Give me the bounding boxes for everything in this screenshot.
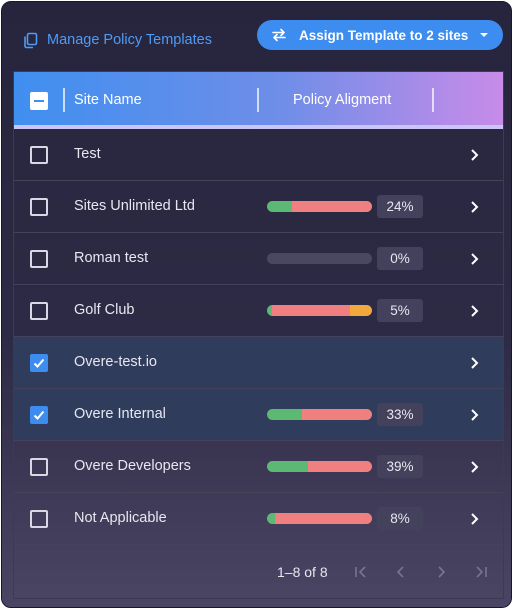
table-row[interactable]: Overe Internal 33% bbox=[14, 389, 503, 441]
alignment-bar-segment bbox=[267, 513, 276, 524]
checkmark-icon bbox=[33, 358, 45, 368]
checkmark-icon bbox=[33, 410, 45, 420]
chevron-right-icon[interactable] bbox=[466, 303, 482, 319]
site-name: Golf Club bbox=[74, 302, 135, 318]
alignment-bar-segment bbox=[272, 305, 350, 316]
template-copy-icon bbox=[22, 32, 39, 49]
alignment-bar-segment bbox=[292, 201, 372, 212]
policy-alignment-percent: 24% bbox=[377, 195, 423, 218]
row-checkbox[interactable] bbox=[30, 406, 48, 424]
policy-alignment-bar bbox=[267, 253, 372, 264]
policy-alignment-bar bbox=[267, 513, 372, 524]
site-name: Overe-test.io bbox=[74, 354, 157, 370]
chevron-right-icon[interactable] bbox=[466, 511, 482, 527]
row-checkbox[interactable] bbox=[30, 146, 48, 164]
table-row[interactable]: Golf Club 5% bbox=[14, 285, 503, 337]
site-name: Sites Unlimited Ltd bbox=[74, 198, 195, 214]
policy-alignment-bar bbox=[267, 305, 372, 316]
table-row[interactable]: Not Applicable 8% bbox=[14, 493, 503, 545]
policy-alignment-percent: 8% bbox=[377, 507, 423, 530]
site-name: Overe Developers bbox=[74, 458, 191, 474]
row-checkbox[interactable] bbox=[30, 510, 48, 528]
alignment-bar-segment bbox=[267, 409, 302, 420]
indeterminate-mark bbox=[34, 99, 44, 103]
caret-down-icon[interactable] bbox=[479, 32, 489, 38]
chevron-right-icon[interactable] bbox=[466, 199, 482, 215]
pagination-range: 1–8 of 8 bbox=[277, 564, 328, 580]
site-name: Not Applicable bbox=[74, 510, 167, 526]
site-name: Roman test bbox=[74, 250, 149, 266]
alignment-bar-segment bbox=[275, 513, 372, 524]
table-row[interactable]: Sites Unlimited Ltd 24% bbox=[14, 181, 503, 233]
chevron-right-icon[interactable] bbox=[466, 251, 482, 267]
row-checkbox[interactable] bbox=[30, 250, 48, 268]
policy-alignment-bar bbox=[267, 409, 372, 420]
row-checkbox[interactable] bbox=[30, 302, 48, 320]
table-header: Site Name Policy Aligment bbox=[14, 72, 503, 129]
alignment-bar-segment bbox=[301, 409, 372, 420]
column-divider bbox=[432, 88, 434, 112]
policy-templates-panel: Manage Policy Templates Assign Template … bbox=[1, 1, 512, 608]
chevron-left-icon[interactable] bbox=[392, 563, 410, 581]
row-checkbox[interactable] bbox=[30, 458, 48, 476]
row-checkbox[interactable] bbox=[30, 354, 48, 372]
manage-link-label: Manage Policy Templates bbox=[47, 32, 212, 48]
chevron-right-icon[interactable] bbox=[466, 355, 482, 371]
column-header-policy-alignment[interactable]: Policy Aligment bbox=[293, 92, 391, 108]
column-header-site-name[interactable]: Site Name bbox=[74, 92, 142, 108]
table-row[interactable]: Roman test 0% bbox=[14, 233, 503, 285]
chevron-right-icon[interactable] bbox=[432, 563, 450, 581]
column-divider bbox=[257, 88, 259, 112]
policy-alignment-percent: 5% bbox=[377, 299, 423, 322]
policy-alignment-bar bbox=[267, 201, 372, 212]
manage-policy-templates-link[interactable]: Manage Policy Templates bbox=[22, 29, 212, 51]
row-checkbox[interactable] bbox=[30, 198, 48, 216]
alignment-bar-segment bbox=[349, 305, 372, 316]
sites-table: Site Name Policy Aligment Test Sites Unli… bbox=[13, 71, 504, 599]
assign-template-button[interactable]: Assign Template to 2 sites bbox=[257, 20, 503, 50]
policy-alignment-percent: 33% bbox=[377, 403, 423, 426]
site-name: Test bbox=[74, 146, 101, 162]
chevron-right-icon[interactable] bbox=[466, 459, 482, 475]
alignment-bar-segment bbox=[307, 461, 372, 472]
table-row[interactable]: Overe-test.io bbox=[14, 337, 503, 389]
first-page-icon[interactable] bbox=[352, 563, 370, 581]
alignment-bar-segment bbox=[267, 461, 308, 472]
chevron-right-icon[interactable] bbox=[466, 147, 482, 163]
assign-template-label: Assign Template to 2 sites bbox=[299, 27, 469, 43]
last-page-icon[interactable] bbox=[472, 563, 490, 581]
policy-alignment-percent: 0% bbox=[377, 247, 423, 270]
table-row[interactable]: Test bbox=[14, 129, 503, 181]
table-row[interactable]: Overe Developers 39% bbox=[14, 441, 503, 493]
select-all-checkbox[interactable] bbox=[30, 92, 48, 110]
chevron-right-icon[interactable] bbox=[466, 407, 482, 423]
pagination: 1–8 of 8 bbox=[14, 546, 503, 598]
column-divider bbox=[63, 88, 65, 112]
swap-arrows-icon bbox=[271, 28, 287, 42]
policy-alignment-percent: 39% bbox=[377, 455, 423, 478]
site-name: Overe Internal bbox=[74, 406, 166, 422]
alignment-bar-segment bbox=[267, 201, 293, 212]
policy-alignment-bar bbox=[267, 461, 372, 472]
